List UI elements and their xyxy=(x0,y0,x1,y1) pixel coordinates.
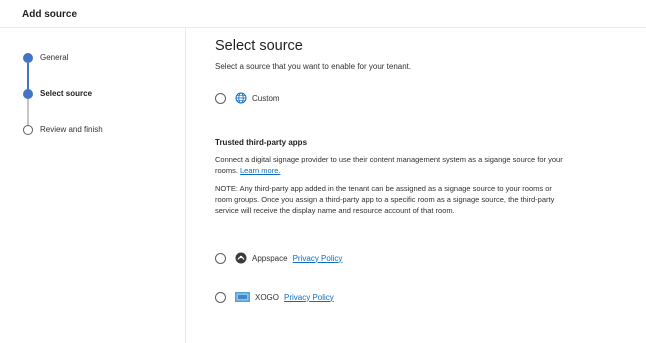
appspace-radio[interactable] xyxy=(215,252,226,264)
custom-option[interactable]: Custom xyxy=(215,90,280,106)
trusted-apps-note: NOTE: Any third-party app added in the t… xyxy=(215,184,555,215)
trusted-apps-heading: Trusted third-party apps xyxy=(215,138,308,147)
step-general-indicator xyxy=(23,53,33,63)
step-general[interactable]: General xyxy=(40,53,68,62)
appspace-privacy-policy-link[interactable]: Privacy Policy xyxy=(293,254,343,263)
xogo-label: XOGO xyxy=(255,292,280,302)
xogo-radio[interactable] xyxy=(215,291,226,303)
trusted-apps-description: Connect a digital signage provider to us… xyxy=(215,154,565,176)
page-title: Select source xyxy=(215,38,303,54)
globe-icon xyxy=(235,92,247,104)
appspace-label: Appspace xyxy=(252,253,288,263)
custom-label: Custom xyxy=(252,93,280,103)
page-subtitle: Select a source that you want to enable … xyxy=(215,62,412,71)
step-review-and-finish[interactable]: Review and finish xyxy=(40,125,103,134)
panel-title: Add source xyxy=(22,9,78,20)
xogo-logo-icon xyxy=(235,291,250,303)
wizard-stepper: General Select source Review and finish xyxy=(0,28,186,343)
panel-header: Add source xyxy=(0,0,646,28)
step-select-source[interactable]: Select source xyxy=(40,89,92,98)
learn-more-link[interactable]: Learn more. xyxy=(240,166,280,175)
step-review-indicator xyxy=(23,125,33,135)
xogo-option[interactable]: XOGO Privacy Policy xyxy=(215,289,334,305)
xogo-privacy-policy-link[interactable]: Privacy Policy xyxy=(284,293,334,302)
appspace-option[interactable]: Appspace Privacy Policy xyxy=(215,250,342,266)
custom-radio[interactable] xyxy=(215,92,226,104)
step-connector xyxy=(27,99,29,126)
step-connector xyxy=(27,63,29,90)
step-select-source-indicator xyxy=(23,89,33,99)
appspace-logo-icon xyxy=(235,252,247,264)
